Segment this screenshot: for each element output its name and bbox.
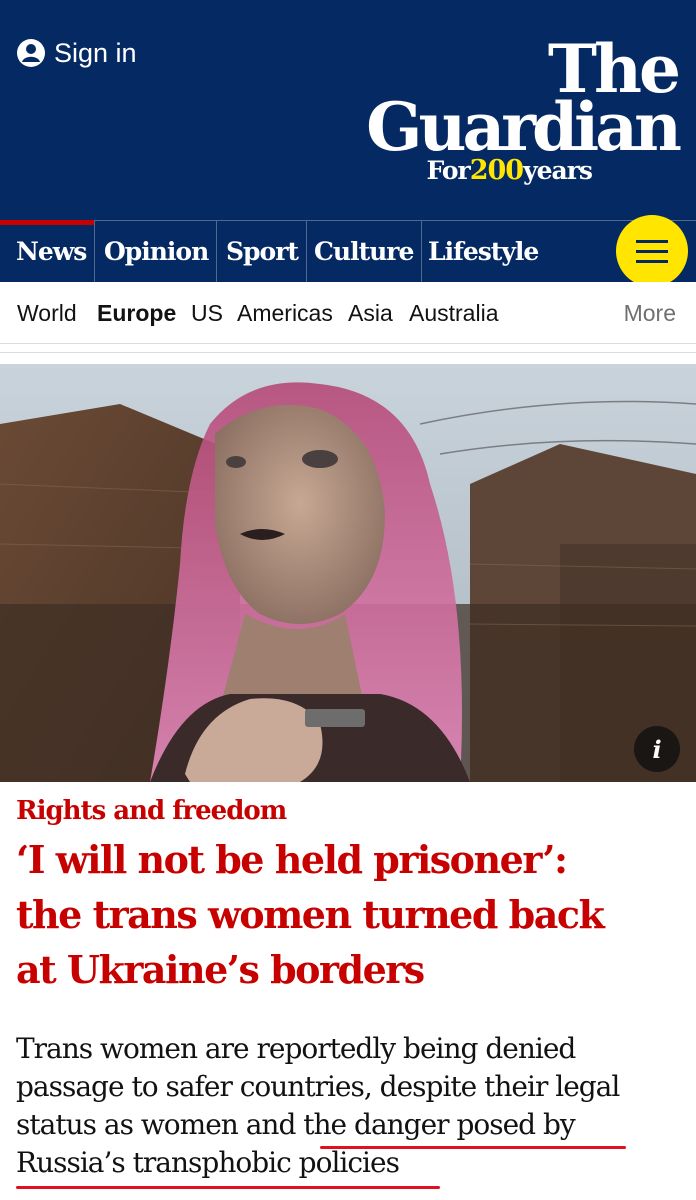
standfirst-line: passage to safer countries, despite thei… bbox=[16, 1070, 620, 1103]
headline-line: the trans women turned back bbox=[16, 892, 605, 937]
pillar-opinion[interactable]: Opinion bbox=[96, 221, 218, 282]
article-kicker[interactable]: Rights and freedom bbox=[16, 796, 287, 826]
pillar-sport[interactable]: Sport bbox=[218, 221, 307, 282]
subnav-americas[interactable]: Americas bbox=[237, 300, 333, 327]
subnav-europe[interactable]: Europe bbox=[97, 300, 176, 327]
subnav-asia[interactable]: Asia bbox=[348, 300, 393, 327]
user-icon bbox=[17, 39, 45, 67]
logo-tag-suffix: years bbox=[523, 156, 593, 185]
hamburger-menu-icon bbox=[636, 239, 668, 243]
logo-tag-number: 200 bbox=[469, 155, 524, 186]
headline-line: ‘I will not be held prisoner’: bbox=[16, 837, 568, 882]
guardian-logo[interactable]: The Guardian For200years bbox=[348, 36, 682, 186]
annotation-underline bbox=[16, 1186, 440, 1189]
divider bbox=[0, 352, 696, 353]
subnav-us[interactable]: US bbox=[191, 300, 223, 327]
standfirst-line: Trans women are reportedly being denied bbox=[16, 1032, 576, 1065]
article-headline: ‘I will not be held prisoner’: the trans… bbox=[16, 832, 688, 997]
pillar-nav: News Opinion Sport Culture Lifestyle bbox=[0, 215, 696, 287]
logo-guardian: Guardian bbox=[366, 88, 682, 166]
headline-line: at Ukraine’s borders bbox=[16, 947, 425, 992]
article-standfirst: Trans women are reportedly being denied … bbox=[16, 1030, 688, 1182]
standfirst-line: Russia’s transphobic policies bbox=[16, 1146, 400, 1179]
logo-tag-prefix: For bbox=[426, 156, 471, 185]
sign-in-link[interactable]: Sign in bbox=[16, 36, 137, 70]
pillar-news[interactable]: News bbox=[8, 221, 96, 282]
info-button[interactable]: i bbox=[634, 726, 680, 772]
sign-in-label: Sign in bbox=[54, 37, 137, 68]
pillar-culture[interactable]: Culture bbox=[306, 221, 423, 282]
photo-illustration bbox=[0, 364, 696, 782]
standfirst-line: status as women and the danger posed by bbox=[16, 1108, 576, 1141]
pillar-lifestyle[interactable]: Lifestyle bbox=[420, 221, 546, 282]
article-photo[interactable]: i bbox=[0, 364, 696, 782]
subnav-australia[interactable]: Australia bbox=[409, 300, 498, 327]
subnav-more[interactable]: More bbox=[624, 300, 676, 327]
section-subnav: World Europe US Americas Asia Australia … bbox=[0, 282, 696, 344]
annotation-underline bbox=[320, 1146, 626, 1149]
subnav-world[interactable]: World bbox=[17, 300, 77, 327]
masthead: Sign in The Guardian For200years bbox=[0, 0, 696, 220]
menu-button[interactable] bbox=[616, 215, 688, 287]
